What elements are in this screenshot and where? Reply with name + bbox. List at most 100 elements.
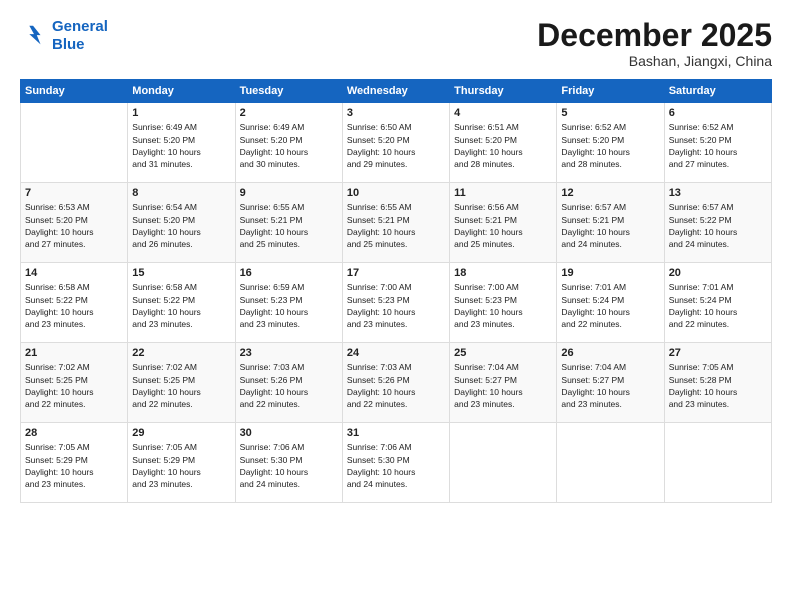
calendar-cell: 19Sunrise: 7:01 AMSunset: 5:24 PMDayligh… xyxy=(557,263,664,343)
day-info: Sunrise: 6:49 AMSunset: 5:20 PMDaylight:… xyxy=(132,121,230,170)
day-number: 30 xyxy=(240,427,338,439)
week-row-3: 14 Sunrise: 6:58 AMSunset: 5:22 PMDayligh… xyxy=(21,263,772,343)
calendar-cell: 23 Sunrise: 7:03 AMSunset: 5:26 PMDayligh… xyxy=(235,343,342,423)
month-title: December 2025 xyxy=(537,18,772,53)
weekday-header-thursday: Thursday xyxy=(450,80,557,103)
calendar-cell: 10 Sunrise: 6:55 AMSunset: 5:21 PMDayligh… xyxy=(342,183,449,263)
day-number: 17 xyxy=(347,267,445,279)
calendar-cell: 30 Sunrise: 7:06 AMSunset: 5:30 PMDayligh… xyxy=(235,423,342,503)
calendar-cell: 22Sunrise: 7:02 AMSunset: 5:25 PMDayligh… xyxy=(128,343,235,423)
calendar-cell: 2 Sunrise: 6:49 AMSunset: 5:20 PMDaylight… xyxy=(235,103,342,183)
day-number: 23 xyxy=(240,347,338,359)
day-info: Sunrise: 6:55 AMSunset: 5:21 PMDaylight:… xyxy=(347,201,445,250)
week-row-5: 28 Sunrise: 7:05 AMSunset: 5:29 PMDayligh… xyxy=(21,423,772,503)
calendar-cell: 16 Sunrise: 6:59 AMSunset: 5:23 PMDayligh… xyxy=(235,263,342,343)
day-info: Sunrise: 6:53 AMSunset: 5:20 PMDaylight:… xyxy=(25,201,123,250)
calendar-cell: 25Sunrise: 7:04 AMSunset: 5:27 PMDayligh… xyxy=(450,343,557,423)
day-number: 26 xyxy=(561,347,659,359)
day-info: Sunrise: 7:00 AMSunset: 5:23 PMDaylight:… xyxy=(454,281,552,330)
calendar-cell: 8Sunrise: 6:54 AMSunset: 5:20 PMDaylight… xyxy=(128,183,235,263)
day-info: Sunrise: 6:58 AMSunset: 5:22 PMDaylight:… xyxy=(132,281,230,330)
day-info: Sunrise: 7:06 AMSunset: 5:30 PMDaylight:… xyxy=(347,441,445,490)
day-info: Sunrise: 7:05 AMSunset: 5:29 PMDaylight:… xyxy=(132,441,230,490)
day-number: 24 xyxy=(347,347,445,359)
calendar-cell: 17Sunrise: 7:00 AMSunset: 5:23 PMDayligh… xyxy=(342,263,449,343)
day-number: 20 xyxy=(669,267,767,279)
calendar-cell: 28 Sunrise: 7:05 AMSunset: 5:29 PMDayligh… xyxy=(21,423,128,503)
day-info: Sunrise: 6:59 AMSunset: 5:23 PMDaylight:… xyxy=(240,281,338,330)
calendar-cell: 12Sunrise: 6:57 AMSunset: 5:21 PMDayligh… xyxy=(557,183,664,263)
calendar-cell: 31 Sunrise: 7:06 AMSunset: 5:30 PMDayligh… xyxy=(342,423,449,503)
calendar-cell: 11 Sunrise: 6:56 AMSunset: 5:21 PMDayligh… xyxy=(450,183,557,263)
location: Bashan, Jiangxi, China xyxy=(537,53,772,69)
day-number: 7 xyxy=(25,187,123,199)
day-info: Sunrise: 7:02 AMSunset: 5:25 PMDaylight:… xyxy=(25,361,123,410)
calendar-cell: 15 Sunrise: 6:58 AMSunset: 5:22 PMDayligh… xyxy=(128,263,235,343)
calendar-cell: 5Sunrise: 6:52 AMSunset: 5:20 PMDaylight… xyxy=(557,103,664,183)
day-info: Sunrise: 7:01 AMSunset: 5:24 PMDaylight:… xyxy=(669,281,767,330)
calendar-cell xyxy=(664,423,771,503)
day-number: 31 xyxy=(347,427,445,439)
day-info: Sunrise: 6:50 AMSunset: 5:20 PMDaylight:… xyxy=(347,121,445,170)
day-info: Sunrise: 6:56 AMSunset: 5:21 PMDaylight:… xyxy=(454,201,552,250)
calendar-page: General Blue December 2025 Bashan, Jiang… xyxy=(0,0,792,612)
day-number: 9 xyxy=(240,187,338,199)
day-number: 2 xyxy=(240,107,338,119)
calendar-cell: 20 Sunrise: 7:01 AMSunset: 5:24 PMDayligh… xyxy=(664,263,771,343)
week-row-2: 7 Sunrise: 6:53 AMSunset: 5:20 PMDaylight… xyxy=(21,183,772,263)
calendar-cell: 9Sunrise: 6:55 AMSunset: 5:21 PMDaylight… xyxy=(235,183,342,263)
weekday-header-row: SundayMondayTuesdayWednesdayThursdayFrid… xyxy=(21,80,772,103)
day-info: Sunrise: 7:03 AMSunset: 5:26 PMDaylight:… xyxy=(240,361,338,410)
weekday-header-monday: Monday xyxy=(128,80,235,103)
day-info: Sunrise: 7:05 AMSunset: 5:28 PMDaylight:… xyxy=(669,361,767,410)
day-number: 25 xyxy=(454,347,552,359)
logo: General Blue xyxy=(20,18,108,54)
day-number: 21 xyxy=(25,347,123,359)
day-info: Sunrise: 6:57 AMSunset: 5:21 PMDaylight:… xyxy=(561,201,659,250)
day-number: 28 xyxy=(25,427,123,439)
week-row-4: 21 Sunrise: 7:02 AMSunset: 5:25 PMDayligh… xyxy=(21,343,772,423)
day-number: 1 xyxy=(132,107,230,119)
calendar-table: SundayMondayTuesdayWednesdayThursdayFrid… xyxy=(20,79,772,503)
day-info: Sunrise: 6:52 AMSunset: 5:20 PMDaylight:… xyxy=(669,121,767,170)
day-number: 10 xyxy=(347,187,445,199)
calendar-cell: 1 Sunrise: 6:49 AMSunset: 5:20 PMDaylight… xyxy=(128,103,235,183)
day-info: Sunrise: 6:54 AMSunset: 5:20 PMDaylight:… xyxy=(132,201,230,250)
day-number: 6 xyxy=(669,107,767,119)
day-number: 29 xyxy=(132,427,230,439)
calendar-cell: 7 Sunrise: 6:53 AMSunset: 5:20 PMDaylight… xyxy=(21,183,128,263)
day-info: Sunrise: 7:05 AMSunset: 5:29 PMDaylight:… xyxy=(25,441,123,490)
calendar-cell: 29 Sunrise: 7:05 AMSunset: 5:29 PMDayligh… xyxy=(128,423,235,503)
calendar-cell: 18 Sunrise: 7:00 AMSunset: 5:23 PMDayligh… xyxy=(450,263,557,343)
calendar-cell: 6 Sunrise: 6:52 AMSunset: 5:20 PMDaylight… xyxy=(664,103,771,183)
day-number: 11 xyxy=(454,187,552,199)
day-info: Sunrise: 7:06 AMSunset: 5:30 PMDaylight:… xyxy=(240,441,338,490)
day-info: Sunrise: 6:51 AMSunset: 5:20 PMDaylight:… xyxy=(454,121,552,170)
day-number: 18 xyxy=(454,267,552,279)
day-number: 13 xyxy=(669,187,767,199)
day-number: 14 xyxy=(25,267,123,279)
day-info: Sunrise: 6:49 AMSunset: 5:20 PMDaylight:… xyxy=(240,121,338,170)
day-info: Sunrise: 6:57 AMSunset: 5:22 PMDaylight:… xyxy=(669,201,767,250)
calendar-cell: 24 Sunrise: 7:03 AMSunset: 5:26 PMDayligh… xyxy=(342,343,449,423)
weekday-header-saturday: Saturday xyxy=(664,80,771,103)
calendar-cell: 26Sunrise: 7:04 AMSunset: 5:27 PMDayligh… xyxy=(557,343,664,423)
header: General Blue December 2025 Bashan, Jiang… xyxy=(20,18,772,69)
day-info: Sunrise: 7:02 AMSunset: 5:25 PMDaylight:… xyxy=(132,361,230,410)
weekday-header-wednesday: Wednesday xyxy=(342,80,449,103)
calendar-cell xyxy=(21,103,128,183)
weekday-header-sunday: Sunday xyxy=(21,80,128,103)
day-info: Sunrise: 6:58 AMSunset: 5:22 PMDaylight:… xyxy=(25,281,123,330)
day-number: 3 xyxy=(347,107,445,119)
week-row-1: 1 Sunrise: 6:49 AMSunset: 5:20 PMDaylight… xyxy=(21,103,772,183)
day-number: 16 xyxy=(240,267,338,279)
day-number: 15 xyxy=(132,267,230,279)
calendar-cell xyxy=(450,423,557,503)
calendar-cell: 4Sunrise: 6:51 AMSunset: 5:20 PMDaylight… xyxy=(450,103,557,183)
day-info: Sunrise: 7:03 AMSunset: 5:26 PMDaylight:… xyxy=(347,361,445,410)
weekday-header-friday: Friday xyxy=(557,80,664,103)
logo-icon xyxy=(20,22,48,50)
day-number: 27 xyxy=(669,347,767,359)
calendar-cell: 3 Sunrise: 6:50 AMSunset: 5:20 PMDaylight… xyxy=(342,103,449,183)
day-info: Sunrise: 6:52 AMSunset: 5:20 PMDaylight:… xyxy=(561,121,659,170)
